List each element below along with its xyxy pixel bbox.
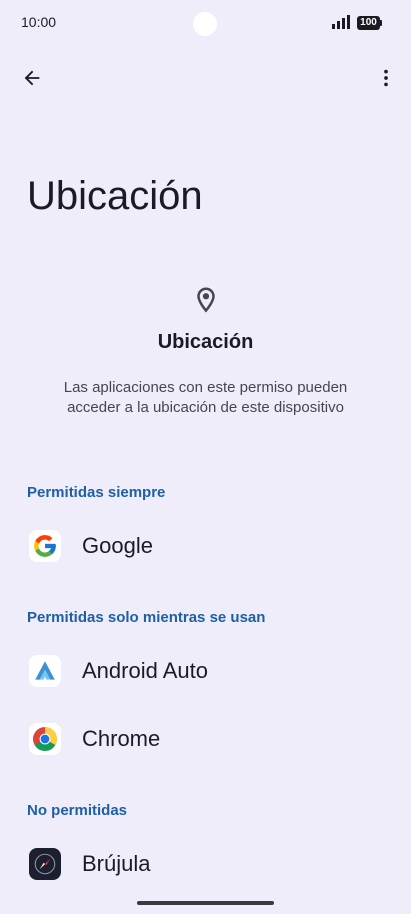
more-options-button[interactable] — [368, 60, 404, 96]
google-icon — [29, 530, 61, 562]
app-label: Android Auto — [82, 658, 208, 683]
camera-cutout — [193, 12, 217, 36]
app-label: Google — [82, 533, 153, 558]
page-title: Ubicación — [27, 174, 203, 218]
app-label: Chrome — [82, 726, 161, 751]
location-pin-icon — [197, 287, 215, 313]
section-header-not-allowed: No permitidas — [27, 802, 128, 819]
app-row-compass[interactable]: Brújula — [0, 832, 411, 896]
app-row-android-auto[interactable]: Android Auto — [0, 639, 411, 703]
arrow-back-icon — [24, 70, 40, 86]
section-header-allowed-while-in-use: Permitidas solo mientras se usan — [27, 609, 266, 626]
chrome-icon — [29, 723, 61, 755]
signal-icon — [332, 15, 350, 29]
compass-icon — [29, 848, 61, 880]
battery-icon: 100 — [357, 16, 382, 30]
app-row-chrome[interactable]: Chrome — [0, 707, 411, 771]
status-time: 10:00 — [21, 14, 57, 30]
app-label: Brújula — [82, 851, 151, 876]
battery-level: 100 — [357, 16, 380, 30]
more-vert-icon — [384, 69, 388, 87]
section-header-allowed-always: Permitidas siempre — [27, 484, 166, 501]
app-row-google[interactable]: Google — [0, 514, 411, 578]
navigation-handle[interactable] — [137, 901, 274, 905]
android-auto-icon — [29, 655, 61, 687]
header-title: Ubicación — [157, 331, 254, 353]
status-bar: 10:00 100 — [0, 0, 411, 46]
header-description: Las aplicaciones con este permiso pueden… — [63, 379, 348, 416]
back-button[interactable] — [14, 60, 50, 96]
